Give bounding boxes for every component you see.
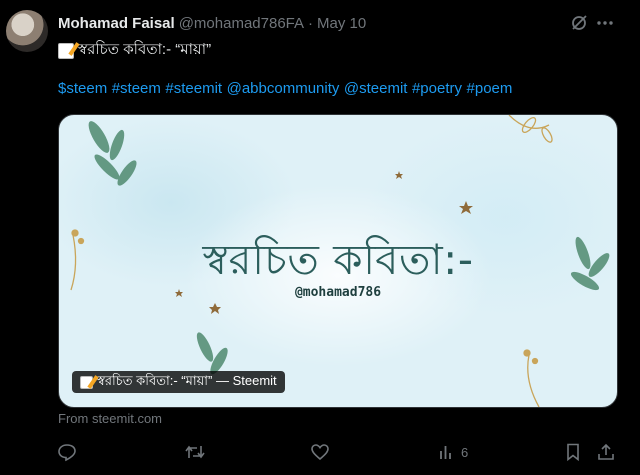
card-link-label[interactable]: স্বরচিত কবিতা:- “মায়া” — Steemit xyxy=(72,371,285,393)
views-icon xyxy=(437,442,457,462)
post-header: Mohamad Faisal @mohamad786FA · May 10 xyxy=(58,13,366,33)
author-name[interactable]: Mohamad Faisal xyxy=(58,15,175,32)
hashtag-link[interactable]: #steem xyxy=(112,80,161,97)
link-card[interactable]: স্বরচিত কবিতা:- @mohamad786 স্বরচিত কবিত… xyxy=(58,114,618,408)
like-button[interactable] xyxy=(310,440,330,464)
more-icon[interactable] xyxy=(594,12,616,34)
hashtag-link[interactable]: #poetry xyxy=(412,80,462,97)
card-link-text: স্বরচিত কবিতা:- “মায়া” — Steemit xyxy=(97,372,277,388)
share-icon xyxy=(596,442,616,462)
memo-icon xyxy=(80,375,93,389)
hashtag-line: $steem #steem #steemit @abbcommunity @steemi… xyxy=(58,80,517,97)
separator-dot: · xyxy=(308,14,313,32)
mention-link[interactable]: @abbcommunity xyxy=(227,80,340,97)
views-button[interactable]: 6 xyxy=(437,440,468,464)
author-handle[interactable]: @mohamad786FA xyxy=(179,15,304,32)
repost-icon xyxy=(184,442,206,462)
reply-button[interactable] xyxy=(57,440,77,464)
reply-icon xyxy=(57,442,77,462)
post-title-text: স্বরচিত কবিতা:- “মায়া” xyxy=(78,41,212,58)
grok-icon[interactable] xyxy=(568,12,590,34)
memo-icon xyxy=(58,42,74,59)
repost-button[interactable] xyxy=(184,440,206,464)
like-icon xyxy=(310,442,330,462)
action-bar: 6 xyxy=(0,440,640,464)
hashtag-link[interactable]: #steemit xyxy=(165,80,222,97)
post-text: স্বরচিত কবিতা:- “মায়া” xyxy=(58,38,211,63)
post-date[interactable]: May 10 xyxy=(317,15,366,32)
views-count: 6 xyxy=(461,444,469,460)
hashtag-link[interactable]: #poem xyxy=(467,80,513,97)
hashtag-link[interactable]: $steem xyxy=(58,80,107,97)
card-source[interactable]: From steemit.com xyxy=(58,411,162,426)
card-image-handle: @mohamad786 xyxy=(294,285,382,300)
bookmark-icon xyxy=(563,442,583,462)
avatar[interactable] xyxy=(6,10,48,52)
share-button[interactable] xyxy=(596,440,616,464)
bookmark-button[interactable] xyxy=(563,440,583,464)
mention-link[interactable]: @steemit xyxy=(344,80,408,97)
